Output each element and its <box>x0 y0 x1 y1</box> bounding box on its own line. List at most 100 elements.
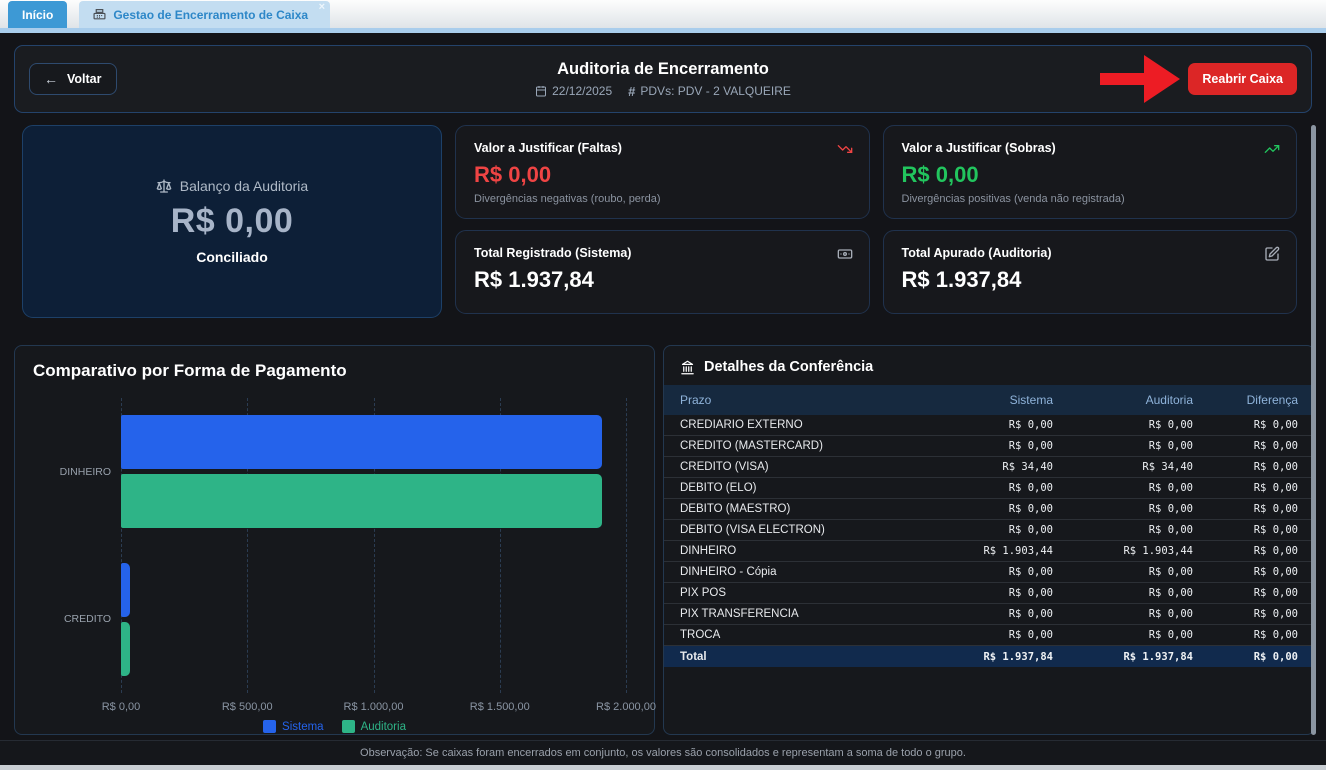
x-tick-label: R$ 500,00 <box>222 701 273 713</box>
auditoria-value: R$ 34,40 <box>1053 461 1193 473</box>
calendar-icon <box>535 85 547 97</box>
payment-comparison-chart-panel: Comparativo por Forma de Pagamento DINHE… <box>14 345 655 735</box>
summary-card-value: R$ 1.937,84 <box>474 267 851 293</box>
tab-inicio[interactable]: Início <box>8 1 67 28</box>
column-header-prazo: Prazo <box>680 393 913 407</box>
bar-auditoria <box>121 474 602 528</box>
footer-note: Observação: Se caixas foram encerrados e… <box>360 747 966 759</box>
diferenca-value: R$ 0,00 <box>1193 587 1298 599</box>
payment-method-label: PIX TRANSFERENCIA <box>680 608 913 620</box>
chart-plot: DINHEIROCREDITO <box>121 398 626 693</box>
diferenca-value: R$ 0,00 <box>1193 608 1298 620</box>
total-sistema-value: R$ 1.937,84 <box>913 651 1053 663</box>
table-header-row: Prazo Sistema Auditoria Diferença <box>664 385 1314 415</box>
diferenca-value: R$ 0,00 <box>1193 629 1298 641</box>
table-row: PIX TRANSFERENCIAR$ 0,00R$ 0,00R$ 0,00 <box>664 604 1314 625</box>
legend-item: Auditoria <box>342 720 406 733</box>
trending-down-icon <box>837 141 853 157</box>
audit-balance-card: Balanço da Auditoria R$ 0,00 Conciliado <box>22 125 442 318</box>
card-faltas: Valor a Justificar (Faltas) R$ 0,00 Dive… <box>455 125 870 219</box>
legend-swatch <box>342 720 355 733</box>
table-total-row: TotalR$ 1.937,84R$ 1.937,84R$ 0,00 <box>664 646 1314 667</box>
balance-status-badge: Conciliado <box>196 249 268 265</box>
diferenca-value: R$ 0,00 <box>1193 524 1298 536</box>
card-total-auditoria: Total Apurado (Auditoria) R$ 1.937,84 <box>883 230 1298 314</box>
banknote-icon <box>837 246 853 262</box>
browser-tab-bar: Início Gestao de Encerramento de Caixa × <box>0 0 1326 33</box>
reopen-register-button[interactable]: Reabrir Caixa <box>1188 63 1297 95</box>
payment-method-label: DEBITO (VISA ELECTRON) <box>680 524 913 536</box>
table-row: DEBITO (VISA ELECTRON)R$ 0,00R$ 0,00R$ 0… <box>664 520 1314 541</box>
category-label: CREDITO <box>64 613 111 625</box>
card-total-sistema: Total Registrado (Sistema) R$ 1.937,84 <box>455 230 870 314</box>
cash-register-icon <box>93 8 106 21</box>
diferenca-value: R$ 0,00 <box>1193 566 1298 578</box>
column-header-diferenca: Diferença <box>1193 393 1298 407</box>
bar-sistema <box>121 415 602 469</box>
diferenca-value: R$ 0,00 <box>1193 545 1298 557</box>
sistema-value: R$ 0,00 <box>913 440 1053 452</box>
summary-cards-grid: Valor a Justificar (Faltas) R$ 0,00 Dive… <box>455 125 1297 318</box>
payment-method-label: DINHEIRO <box>680 545 913 557</box>
x-tick-label: R$ 1.000,00 <box>344 701 404 713</box>
close-icon[interactable]: × <box>319 2 325 13</box>
payment-method-label: DEBITO (ELO) <box>680 482 913 494</box>
tab-gestao-encerramento[interactable]: Gestao de Encerramento de Caixa × <box>79 1 330 28</box>
table-row: CREDITO (VISA)R$ 34,40R$ 34,40R$ 0,00 <box>664 457 1314 478</box>
summary-card-value: R$ 0,00 <box>902 162 1279 188</box>
chart-title: Comparativo por Forma de Pagamento <box>33 361 347 381</box>
total-diferenca-value: R$ 0,00 <box>1193 651 1298 663</box>
diferenca-value: R$ 0,00 <box>1193 419 1298 431</box>
legend-label: Auditoria <box>361 721 406 733</box>
card-sobras: Valor a Justificar (Sobras) R$ 0,00 Dive… <box>883 125 1298 219</box>
hash-icon: # <box>628 84 635 99</box>
card-title: Valor a Justificar (Faltas) <box>474 141 851 155</box>
diferenca-value: R$ 0,00 <box>1193 440 1298 452</box>
header-actions: Reabrir Caixa <box>1100 52 1297 106</box>
sistema-value: R$ 0,00 <box>913 629 1053 641</box>
window-bottom-edge <box>0 765 1326 770</box>
auditoria-value: R$ 0,00 <box>1053 482 1193 494</box>
column-header-sistema: Sistema <box>913 393 1053 407</box>
legend-swatch <box>263 720 276 733</box>
payment-method-label: CREDITO (VISA) <box>680 461 913 473</box>
table-row: CREDITO (MASTERCARD)R$ 0,00R$ 0,00R$ 0,0… <box>664 436 1314 457</box>
vertical-scrollbar[interactable] <box>1311 125 1316 735</box>
auditoria-value: R$ 0,00 <box>1053 503 1193 515</box>
sistema-value: R$ 1.903,44 <box>913 545 1053 557</box>
x-tick-label: R$ 1.500,00 <box>470 701 530 713</box>
sistema-value: R$ 0,00 <box>913 608 1053 620</box>
payment-method-label: CREDITO (MASTERCARD) <box>680 440 913 452</box>
auditoria-value: R$ 0,00 <box>1053 419 1193 431</box>
payment-method-label: DINHEIRO - Cópia <box>680 566 913 578</box>
diferenca-value: R$ 0,00 <box>1193 503 1298 515</box>
table-row: DEBITO (ELO)R$ 0,00R$ 0,00R$ 0,00 <box>664 478 1314 499</box>
pdv-info: # PDVs: PDV - 2 VALQUEIRE <box>628 84 791 99</box>
sistema-value: R$ 0,00 <box>913 482 1053 494</box>
sistema-value: R$ 0,00 <box>913 503 1053 515</box>
audit-date-value: 22/12/2025 <box>552 84 612 98</box>
scale-icon <box>156 178 172 194</box>
clipboard-pen-icon <box>1264 246 1280 262</box>
sistema-value: R$ 0,00 <box>913 419 1053 431</box>
tab-inicio-label: Início <box>22 8 53 22</box>
auditoria-value: R$ 0,00 <box>1053 629 1193 641</box>
summary-section: Balanço da Auditoria R$ 0,00 Conciliado … <box>22 125 1297 318</box>
total-auditoria-value: R$ 1.937,84 <box>1053 651 1193 663</box>
chart-legend: Sistema Auditoria <box>15 720 654 733</box>
card-subtitle: Divergências negativas (roubo, perda) <box>474 193 851 205</box>
total-label: Total <box>680 651 913 663</box>
diferenca-value: R$ 0,00 <box>1193 482 1298 494</box>
balance-label-row: Balanço da Auditoria <box>156 178 308 194</box>
footer-note-bar: Observação: Se caixas foram encerrados e… <box>0 740 1326 765</box>
table-row: DINHEIROR$ 1.903,44R$ 1.903,44R$ 0,00 <box>664 541 1314 562</box>
table-row: TROCAR$ 0,00R$ 0,00R$ 0,00 <box>664 625 1314 646</box>
chart-gridline <box>626 398 627 693</box>
auditoria-value: R$ 0,00 <box>1053 608 1193 620</box>
table-row: DEBITO (MAESTRO)R$ 0,00R$ 0,00R$ 0,00 <box>664 499 1314 520</box>
card-title: Total Registrado (Sistema) <box>474 246 851 260</box>
legend-label: Sistema <box>282 721 324 733</box>
payment-method-label: TROCA <box>680 629 913 641</box>
pdv-info-value: PDVs: PDV - 2 VALQUEIRE <box>640 84 791 98</box>
bank-icon <box>680 360 695 375</box>
